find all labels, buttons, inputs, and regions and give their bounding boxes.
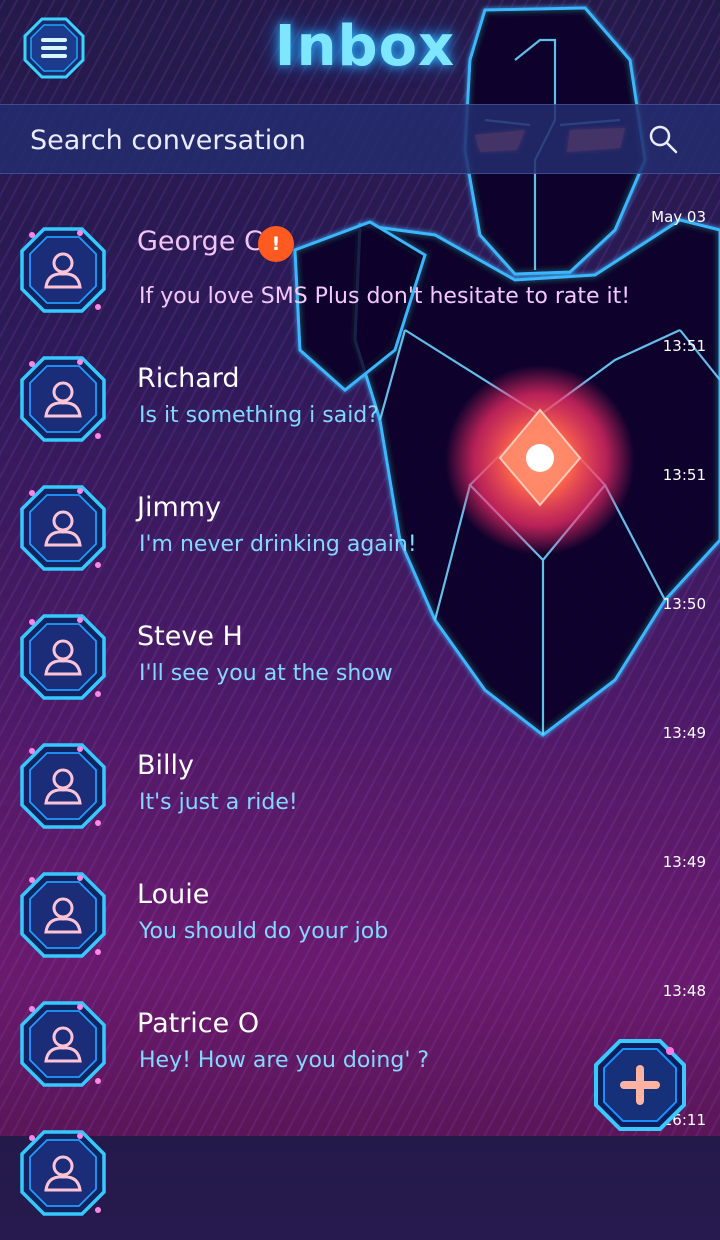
message-preview: I'll see you at the show bbox=[139, 661, 393, 686]
contact-name: Jimmy bbox=[137, 492, 222, 523]
conversation-row[interactable]: Steve H I'll see you at the show 13:50 bbox=[0, 595, 720, 724]
contact-avatar-icon[interactable] bbox=[18, 483, 108, 573]
contact-avatar-icon[interactable] bbox=[18, 354, 108, 444]
contact-name: George C bbox=[137, 226, 263, 257]
message-preview: It's just a ride! bbox=[139, 790, 298, 815]
message-preview: I'm never drinking again! bbox=[139, 532, 417, 557]
new-message-button[interactable] bbox=[592, 1037, 688, 1133]
contact-avatar-icon[interactable] bbox=[18, 999, 108, 1089]
conversation-row[interactable]: Jimmy I'm never drinking again! 13:51 bbox=[0, 466, 720, 595]
conversation-row[interactable]: Billy It's just a ride! 13:49 bbox=[0, 724, 720, 853]
message-preview: If you love SMS Plus don't hesitate to r… bbox=[139, 284, 631, 309]
contact-avatar-icon[interactable] bbox=[18, 741, 108, 831]
message-timestamp: 13:50 bbox=[662, 595, 706, 613]
page-title: Inbox bbox=[274, 14, 456, 79]
message-timestamp: 13:51 bbox=[662, 466, 706, 484]
message-timestamp: 13:49 bbox=[662, 724, 706, 742]
contact-name: Steve H bbox=[137, 621, 243, 652]
contact-avatar-icon[interactable] bbox=[18, 225, 108, 315]
search-input[interactable]: Search conversation bbox=[30, 125, 306, 156]
search-icon[interactable] bbox=[648, 124, 678, 154]
message-preview: You should do your job bbox=[139, 919, 389, 944]
message-preview: Is it something i said? bbox=[139, 403, 379, 428]
message-timestamp: 13:51 bbox=[662, 337, 706, 355]
contact-name: Billy bbox=[137, 750, 195, 781]
contact-name: Richard bbox=[137, 363, 240, 394]
app-header: Inbox bbox=[0, 0, 720, 100]
message-timestamp: 13:49 bbox=[662, 853, 706, 871]
message-timestamp: May 03 bbox=[651, 208, 706, 226]
message-timestamp: 13:48 bbox=[662, 982, 706, 1000]
contact-avatar-icon[interactable] bbox=[18, 612, 108, 702]
contact-name: Patrice O bbox=[137, 1008, 260, 1039]
search-bar[interactable]: Search conversation bbox=[0, 104, 720, 174]
conversation-row[interactable]: Louie You should do your job 13:49 bbox=[0, 853, 720, 982]
contact-avatar-icon[interactable] bbox=[18, 1128, 108, 1218]
contact-name: Louie bbox=[137, 879, 210, 910]
unread-badge: ! bbox=[258, 226, 294, 262]
message-preview: Hey! How are you doing' ? bbox=[139, 1048, 430, 1073]
contact-avatar-icon[interactable] bbox=[18, 870, 108, 960]
conversation-row[interactable]: George C If you love SMS Plus don't hesit… bbox=[0, 208, 720, 337]
conversation-row[interactable]: Richard Is it something i said? 13:51 bbox=[0, 337, 720, 466]
